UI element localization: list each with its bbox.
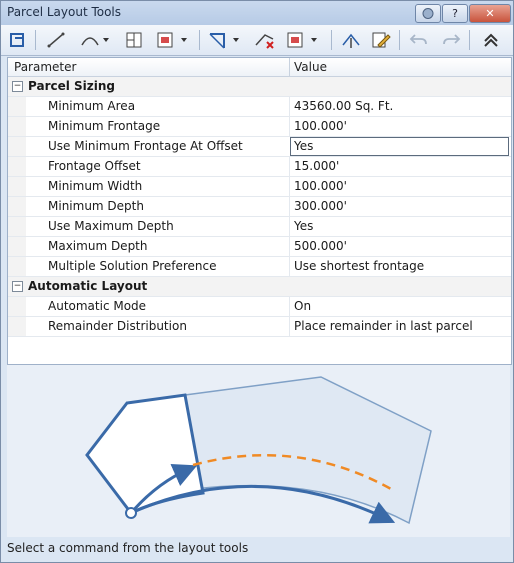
property-row[interactable]: Minimum Depth 300.000' (8, 197, 511, 217)
property-value[interactable]: Yes (294, 139, 313, 153)
status-bar-text: Select a command from the layout tools (7, 541, 249, 555)
edit-icon[interactable] (369, 29, 393, 51)
property-name: Minimum Area (48, 99, 136, 113)
property-name: Minimum Depth (48, 199, 144, 213)
collapse-icon[interactable] (479, 29, 503, 51)
property-row-selected[interactable]: Use Minimum Frontage At Offset Yes (8, 137, 511, 157)
options-button[interactable] (415, 4, 441, 23)
property-row[interactable]: Maximum Depth 500.000' (8, 237, 511, 257)
toolbar (1, 25, 513, 56)
value-column-header: Value (294, 60, 327, 74)
help-button[interactable]: ? (442, 4, 468, 23)
parcel-diagram-illustration (85, 376, 432, 525)
value-editor-box[interactable] (290, 137, 509, 156)
property-name: Use Minimum Frontage At Offset (48, 139, 243, 153)
property-value[interactable]: 300.000' (294, 199, 347, 213)
property-value[interactable]: Use shortest frontage (294, 259, 424, 273)
layout-tools-icon[interactable] (7, 29, 29, 51)
parameter-grid: Parameter Value − Parcel Sizing Minimum … (7, 57, 512, 365)
parcel-preview-diagram (7, 365, 510, 537)
parameter-column-header: Parameter (14, 60, 77, 74)
property-row[interactable]: Multiple Solution Preference Use shortest… (8, 257, 511, 277)
close-button[interactable]: ✕ (469, 4, 511, 23)
property-value[interactable]: 15.000' (294, 159, 339, 173)
property-name: Frontage Offset (48, 159, 141, 173)
property-value[interactable]: Place remainder in last parcel (294, 319, 473, 333)
select-parcel-icon[interactable] (207, 29, 243, 51)
parcel-layout-tools-window: Parcel Layout Tools ? ✕ Parameter Value … (0, 0, 514, 563)
property-name: Use Maximum Depth (48, 219, 174, 233)
property-name: Minimum Width (48, 179, 143, 193)
collapse-expander-icon[interactable]: − (12, 281, 23, 292)
property-value[interactable]: On (294, 299, 311, 313)
property-name: Maximum Depth (48, 239, 148, 253)
property-name: Remainder Distribution (48, 319, 187, 333)
options-icon (422, 8, 434, 19)
property-row[interactable]: Use Maximum Depth Yes (8, 217, 511, 237)
parcel-union-icon[interactable] (285, 29, 321, 51)
property-row[interactable]: Minimum Width 100.000' (8, 177, 511, 197)
swing-line-icon[interactable] (155, 29, 191, 51)
undo-icon[interactable] (407, 29, 431, 51)
property-name: Minimum Frontage (48, 119, 161, 133)
window-title: Parcel Layout Tools (7, 5, 122, 19)
line-icon[interactable] (45, 29, 67, 51)
property-value[interactable]: 100.000' (294, 119, 347, 133)
category-label: Automatic Layout (28, 279, 148, 293)
category-label: Parcel Sizing (28, 79, 116, 93)
curve-icon[interactable] (79, 29, 111, 51)
delete-subentity-icon[interactable] (253, 29, 277, 51)
property-row[interactable]: Remainder Distribution Place remainder in… (8, 317, 511, 337)
property-name: Multiple Solution Preference (48, 259, 217, 273)
collapse-expander-icon[interactable]: − (12, 81, 23, 92)
pick-subentity-icon[interactable] (339, 29, 363, 51)
slide-line-icon[interactable] (123, 29, 145, 51)
property-name: Automatic Mode (48, 299, 147, 313)
property-value[interactable]: 100.000' (294, 179, 347, 193)
property-value[interactable]: 43560.00 Sq. Ft. (294, 99, 393, 113)
property-row[interactable]: Frontage Offset 15.000' (8, 157, 511, 177)
property-row[interactable]: Automatic Mode On (8, 297, 511, 317)
property-row[interactable]: Minimum Frontage 100.000' (8, 117, 511, 137)
redo-icon[interactable] (439, 29, 463, 51)
property-value[interactable]: Yes (294, 219, 313, 233)
property-row[interactable]: Minimum Area 43560.00 Sq. Ft. (8, 97, 511, 117)
title-bar: Parcel Layout Tools ? ✕ (1, 1, 513, 25)
category-parcel-sizing[interactable]: − Parcel Sizing (8, 77, 511, 97)
grid-header: Parameter Value (8, 58, 511, 77)
category-automatic-layout[interactable]: − Automatic Layout (8, 277, 511, 297)
property-value[interactable]: 500.000' (294, 239, 347, 253)
